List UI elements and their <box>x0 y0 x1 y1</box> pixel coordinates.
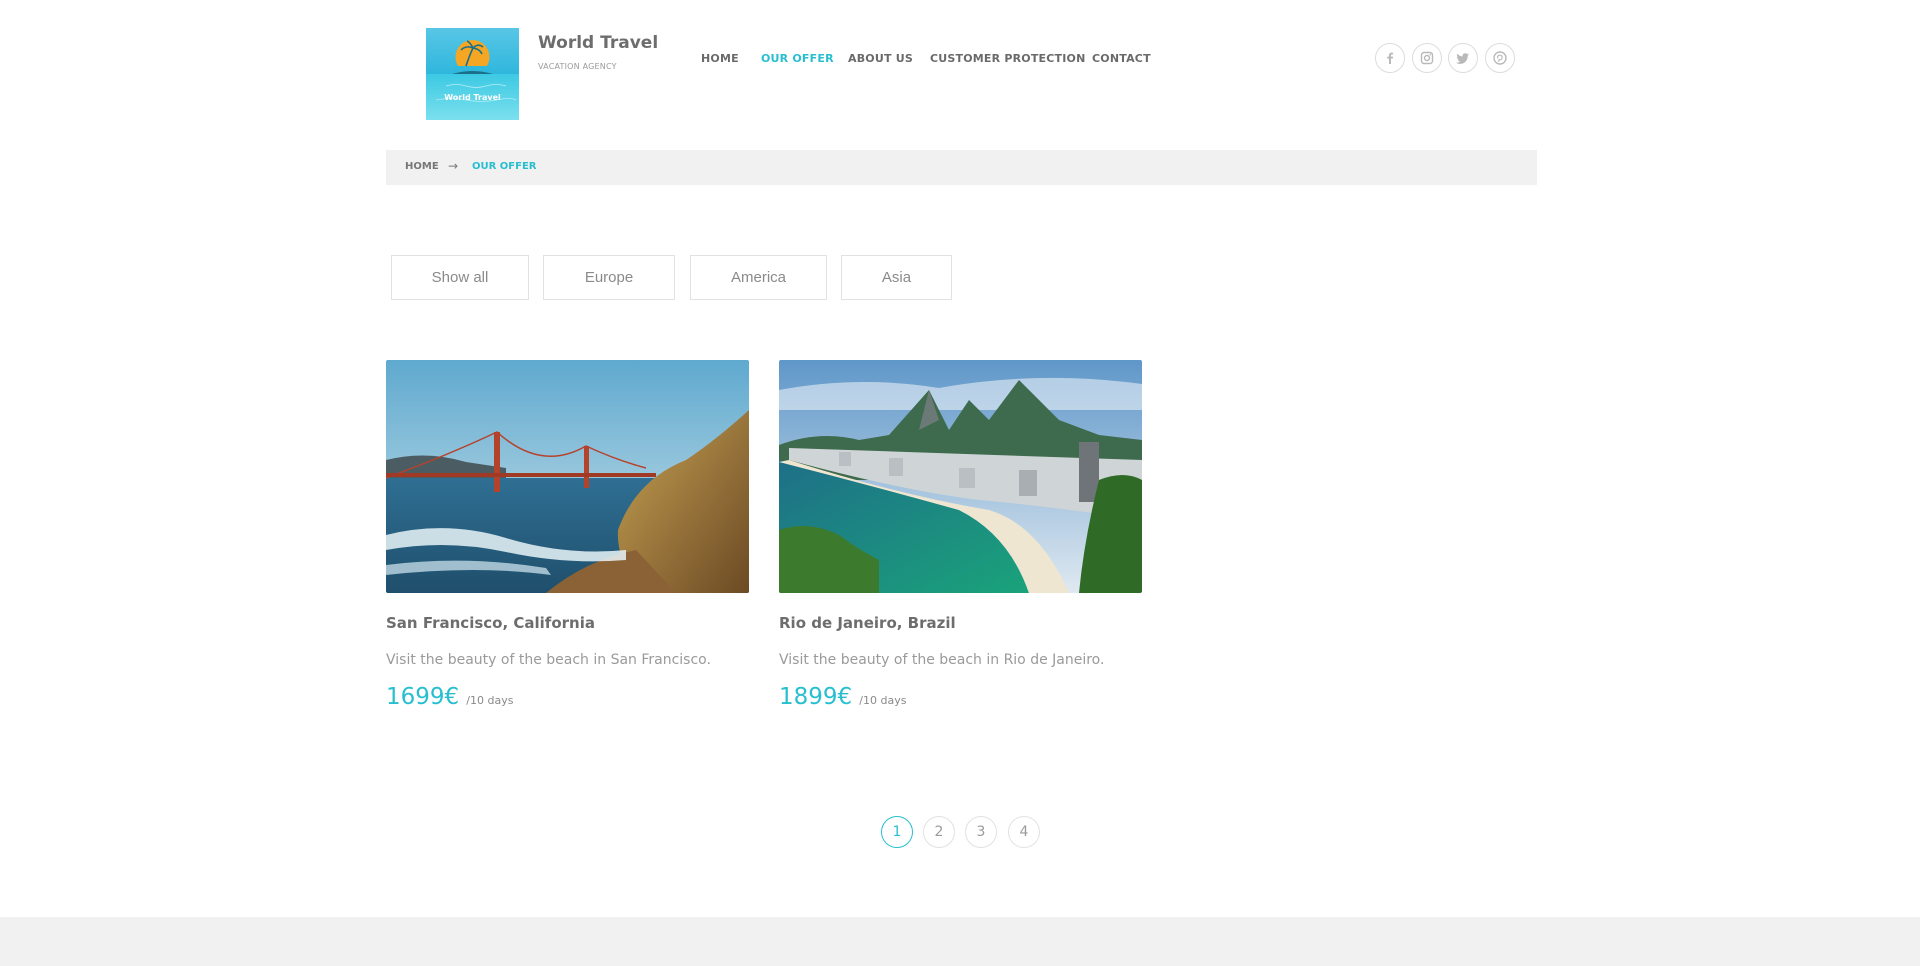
offer-card: Rio de Janeiro, Brazil Visit the beauty … <box>779 360 1142 710</box>
page-4-button[interactable]: 4 <box>1008 816 1040 848</box>
offer-card: San Francisco, California Visit the beau… <box>386 360 749 710</box>
filter-europe-button[interactable]: Europe <box>543 255 675 300</box>
offer-price-row: 1899€ /10 days <box>779 684 906 710</box>
offer-price: 1899€ <box>779 684 853 710</box>
offer-period: /10 days <box>466 694 514 707</box>
breadcrumb: HOME → OUR OFFER <box>386 150 1537 185</box>
page-3-button[interactable]: 3 <box>965 816 997 848</box>
offer-description: Visit the beauty of the beach in Rio de … <box>779 652 1105 668</box>
nav-item-about-us[interactable]: ABOUT US <box>848 52 913 65</box>
nav-item-contact[interactable]: CONTACT <box>1092 52 1151 65</box>
twitter-link[interactable] <box>1448 43 1478 73</box>
offer-period: /10 days <box>859 694 907 707</box>
brand-tagline: VACATION AGENCY <box>538 62 617 71</box>
instagram-link[interactable] <box>1412 43 1442 73</box>
brand-name[interactable]: World Travel <box>538 33 658 53</box>
nav-item-customer-protection[interactable]: CUSTOMER PROTECTION <box>930 52 1085 65</box>
facebook-link[interactable] <box>1375 43 1405 73</box>
filter-show-all-button[interactable]: Show all <box>391 255 529 300</box>
offer-title[interactable]: San Francisco, California <box>386 614 595 632</box>
golden-gate-bridge-image[interactable] <box>386 360 749 593</box>
footer <box>0 917 1920 966</box>
twitter-icon <box>1456 53 1469 64</box>
facebook-icon <box>1387 52 1394 64</box>
breadcrumb-current: OUR OFFER <box>472 161 537 172</box>
page-2-button[interactable]: 2 <box>923 816 955 848</box>
page-1-button[interactable]: 1 <box>881 816 913 848</box>
filter-asia-button[interactable]: Asia <box>841 255 952 300</box>
copacabana-beach-image[interactable] <box>779 360 1142 593</box>
breadcrumb-arrow-icon: → <box>448 159 459 173</box>
pinterest-icon <box>1493 51 1507 65</box>
logo-text: World Travel <box>444 93 501 102</box>
nav-item-our-offer[interactable]: OUR OFFER <box>761 52 834 65</box>
breadcrumb-home-link[interactable]: HOME <box>405 161 439 172</box>
filter-america-button[interactable]: America <box>690 255 827 300</box>
offer-title[interactable]: Rio de Janeiro, Brazil <box>779 614 956 632</box>
offer-price: 1699€ <box>386 684 460 710</box>
logo-image <box>426 28 519 120</box>
nav-item-home[interactable]: HOME <box>701 52 739 65</box>
offer-description: Visit the beauty of the beach in San Fra… <box>386 652 711 668</box>
instagram-icon <box>1420 51 1434 65</box>
site-logo[interactable]: World Travel <box>426 28 519 120</box>
offer-price-row: 1699€ /10 days <box>386 684 513 710</box>
pinterest-link[interactable] <box>1485 43 1515 73</box>
